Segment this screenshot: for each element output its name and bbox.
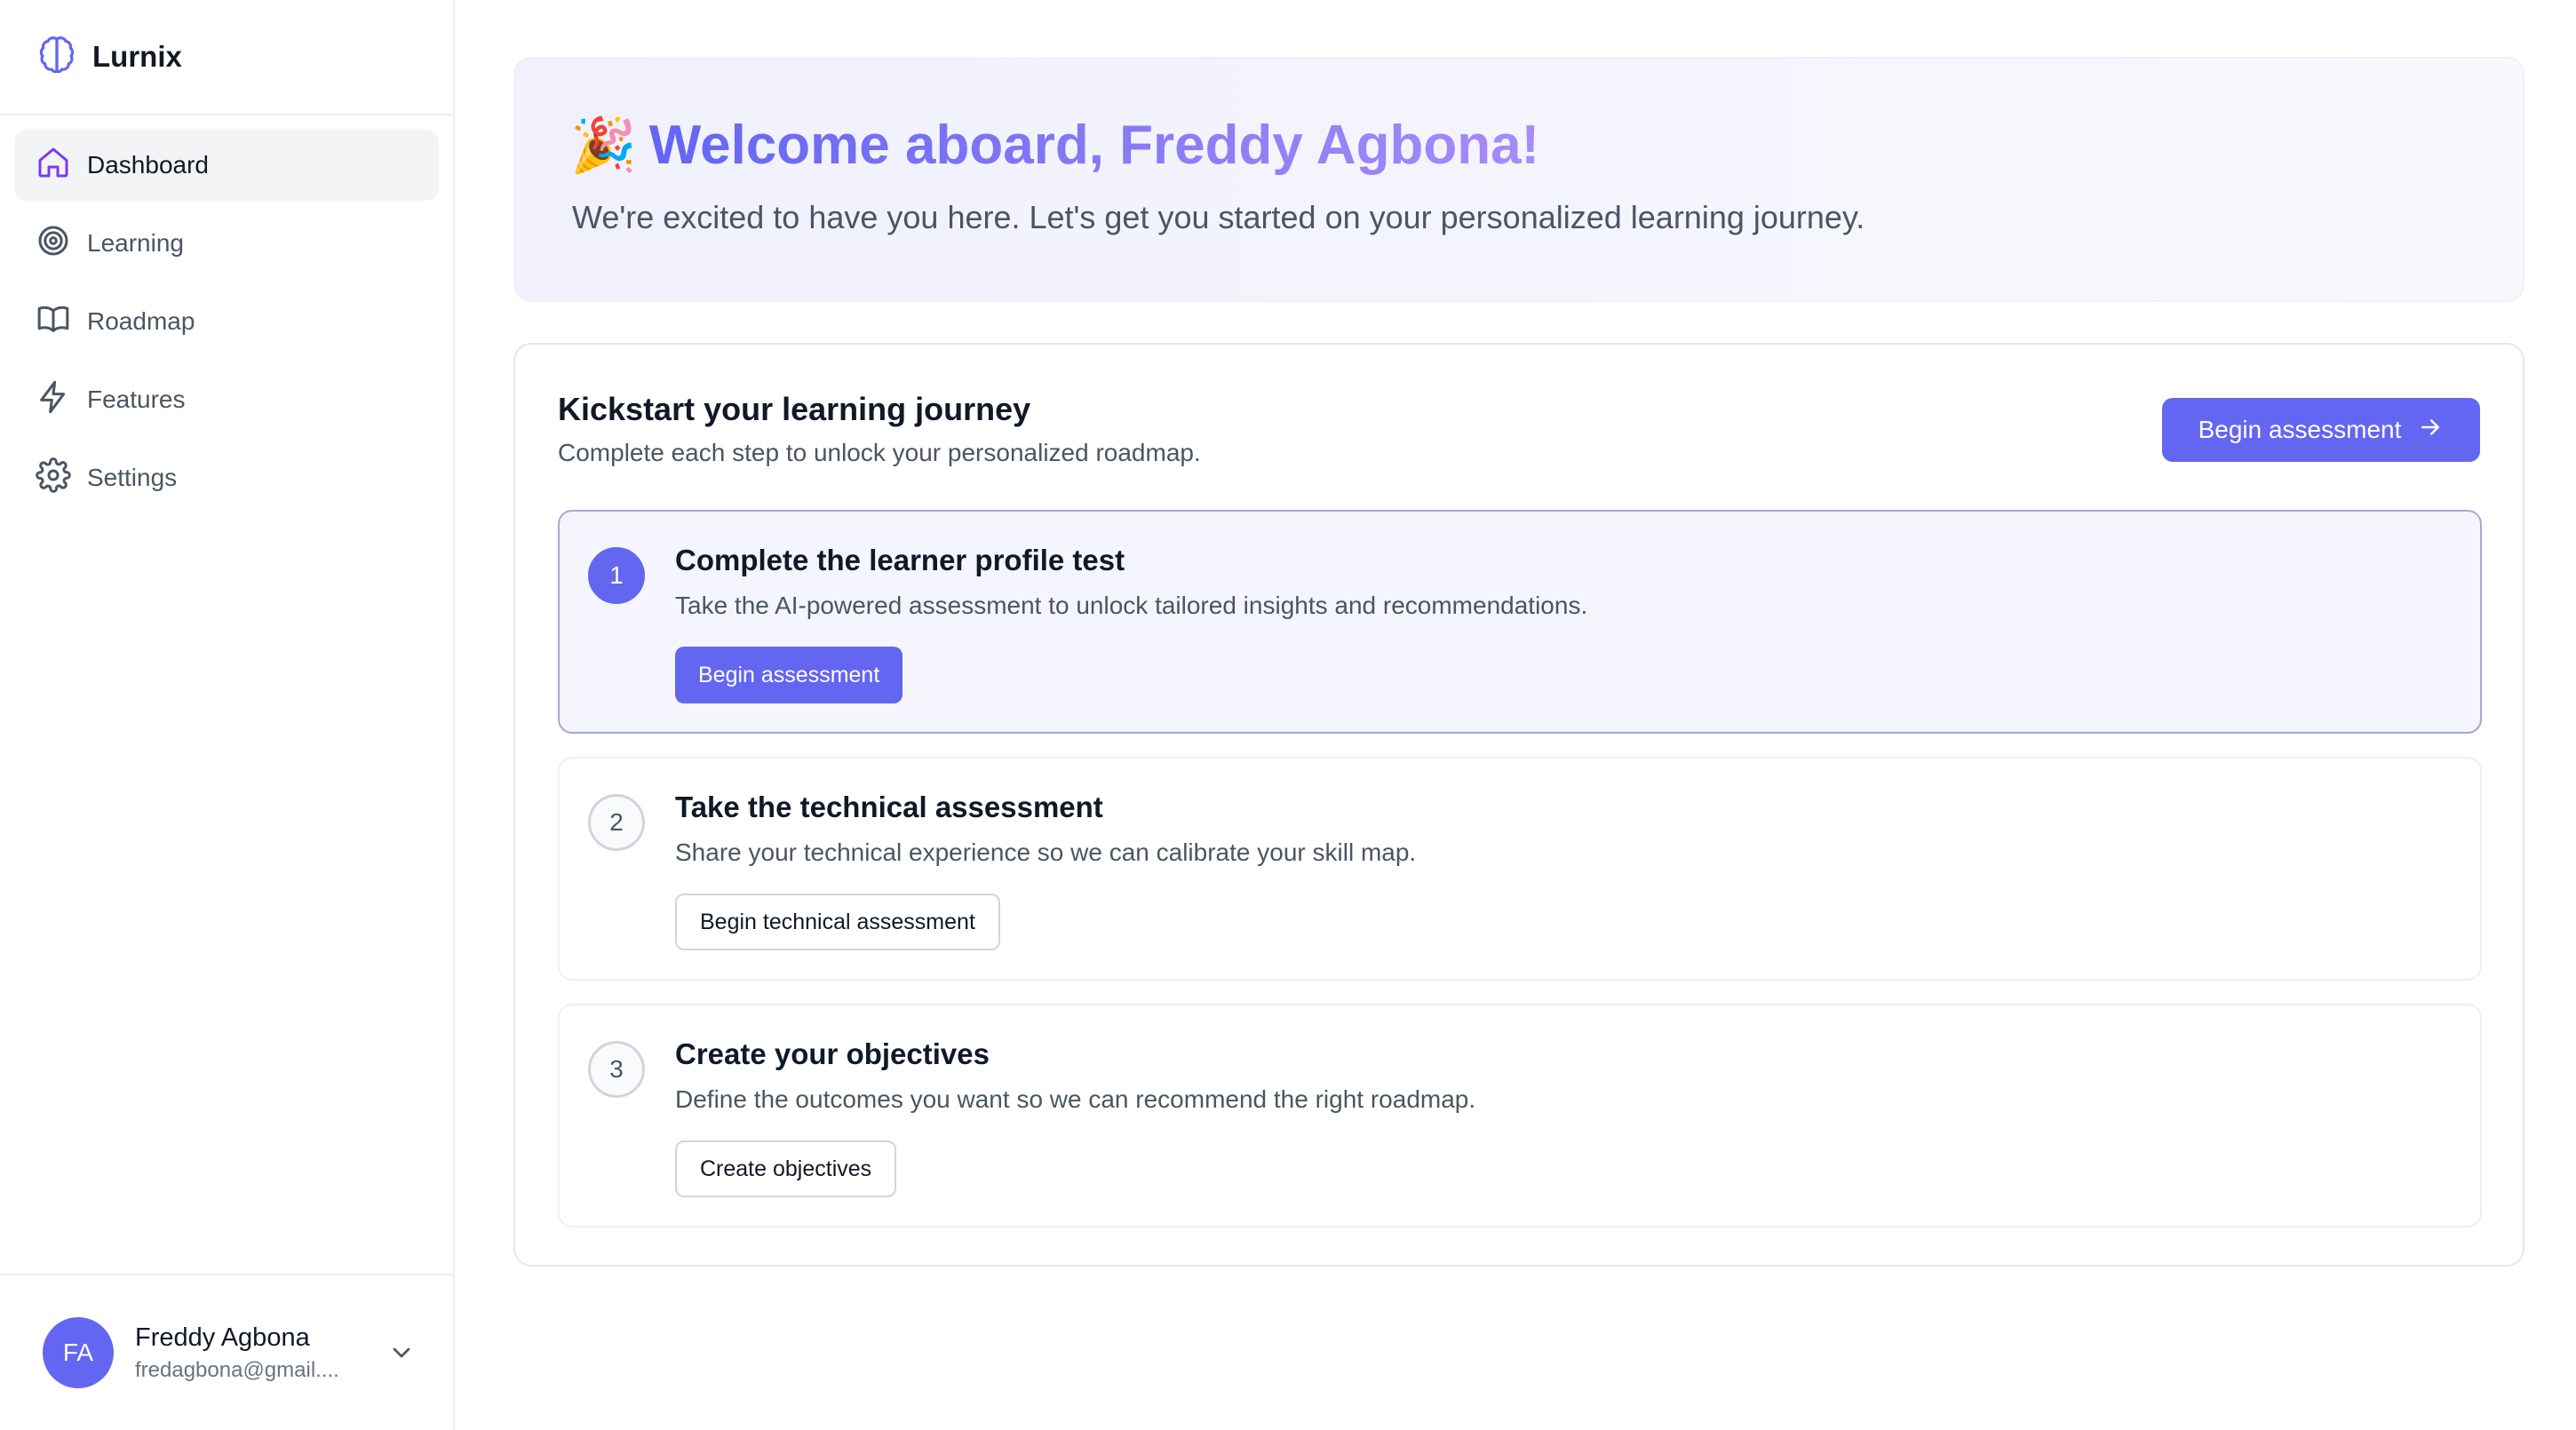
step-number: 1 bbox=[588, 547, 645, 604]
welcome-title: 🎉 Welcome aboard, Freddy Agbona! bbox=[570, 114, 1539, 177]
sidebar-item-learning[interactable]: Learning bbox=[14, 208, 439, 279]
sidebar-item-label: Roadmap bbox=[87, 307, 195, 335]
step-number: 2 bbox=[588, 794, 645, 851]
step-technical-assessment: 2 Take the technical assessment Share yo… bbox=[558, 757, 2482, 981]
party-popper-icon: 🎉 bbox=[570, 115, 637, 175]
brand[interactable]: Lurnix bbox=[0, 0, 453, 115]
sidebar: Lurnix Dashboard Learning Roadmap Featur… bbox=[0, 0, 455, 1430]
begin-assessment-label: Begin assessment bbox=[2198, 416, 2402, 443]
step-description: Take the AI-powered assessment to unlock… bbox=[675, 592, 1588, 619]
home-icon bbox=[36, 145, 71, 187]
app-name: Lurnix bbox=[92, 40, 182, 73]
sidebar-item-settings[interactable]: Settings bbox=[14, 442, 439, 513]
gear-icon bbox=[36, 457, 71, 499]
book-icon bbox=[36, 301, 71, 343]
step-title: Take the technical assessment bbox=[675, 790, 1103, 823]
journey-card: Kickstart your learning journey Complete… bbox=[513, 343, 2524, 1267]
journey-title: Kickstart your learning journey bbox=[558, 391, 1031, 427]
step-learner-profile: 1 Complete the learner profile test Take… bbox=[558, 510, 2482, 734]
welcome-subtitle: We're excited to have you here. Let's ge… bbox=[572, 199, 1865, 235]
sidebar-item-label: Settings bbox=[87, 464, 178, 491]
sidebar-item-label: Features bbox=[87, 385, 186, 413]
step-title: Complete the learner profile test bbox=[675, 544, 1125, 576]
welcome-banner: 🎉 Welcome aboard, Freddy Agbona! We're e… bbox=[513, 57, 2524, 302]
user-menu[interactable]: FA Freddy Agbona fredagbona@gmail.... bbox=[0, 1274, 453, 1430]
lightning-icon bbox=[36, 379, 71, 421]
brain-logo-icon bbox=[36, 34, 78, 81]
target-icon bbox=[36, 223, 71, 265]
chevron-down-icon[interactable] bbox=[387, 1339, 416, 1367]
arrow-right-icon bbox=[2401, 414, 2444, 447]
journey-subtitle: Complete each step to unlock your person… bbox=[558, 439, 1201, 466]
step-create-objectives: 3 Create your objectives Define the outc… bbox=[558, 1004, 2482, 1227]
begin-assessment-button[interactable]: Begin assessment bbox=[2162, 398, 2480, 462]
sidebar-item-features[interactable]: Features bbox=[14, 364, 439, 435]
sidebar-nav: Dashboard Learning Roadmap Features Sett… bbox=[0, 115, 453, 535]
begin-learner-assessment-button[interactable]: Begin assessment bbox=[675, 647, 903, 703]
user-info: Freddy Agbona fredagbona@gmail.... bbox=[135, 1323, 357, 1383]
sidebar-item-label: Learning bbox=[87, 229, 184, 257]
step-description: Define the outcomes you want so we can r… bbox=[675, 1085, 1476, 1113]
step-number: 3 bbox=[588, 1041, 645, 1098]
create-objectives-button[interactable]: Create objectives bbox=[675, 1140, 897, 1197]
user-name: Freddy Agbona bbox=[135, 1323, 310, 1352]
step-title: Create your objectives bbox=[675, 1037, 990, 1070]
sidebar-item-dashboard[interactable]: Dashboard bbox=[14, 130, 439, 201]
avatar: FA bbox=[43, 1317, 114, 1388]
sidebar-item-roadmap[interactable]: Roadmap bbox=[14, 286, 439, 357]
begin-technical-assessment-button[interactable]: Begin technical assessment bbox=[675, 894, 1000, 950]
sidebar-item-label: Dashboard bbox=[87, 151, 209, 179]
user-email: fredagbona@gmail.... bbox=[135, 1357, 339, 1382]
welcome-heading: Welcome aboard, Freddy Agbona! bbox=[648, 115, 1540, 176]
step-description: Share your technical experience so we ca… bbox=[675, 838, 1417, 866]
